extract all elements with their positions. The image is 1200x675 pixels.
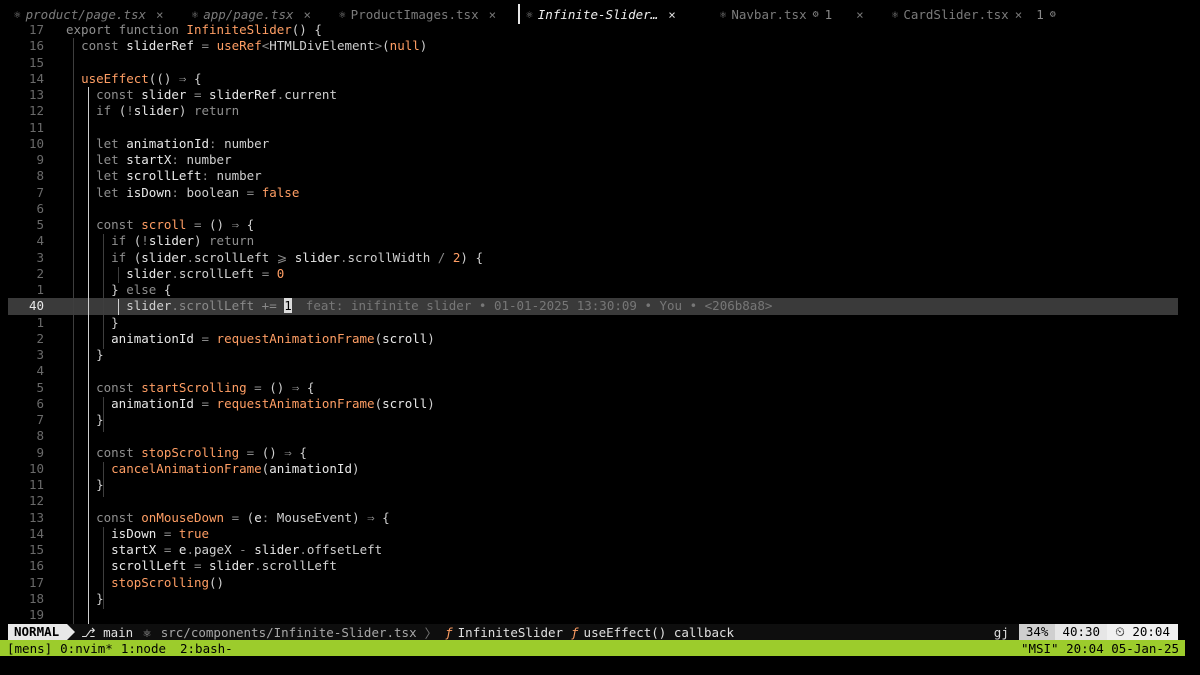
code-line: 19	[28, 607, 44, 622]
code-line: 16 scrollLeft = slider.scrollLeft	[28, 558, 337, 574]
editor[interactable]: 17 export function InfiniteSlider() { 16 …	[8, 22, 1178, 624]
code-line: 13 const onMouseDown = (e: MouseEvent) ⇒…	[28, 509, 390, 525]
diagnostic-icon: ⚙	[1049, 8, 1056, 20]
code-line: 9 let startX: number	[36, 152, 232, 167]
code-line: 7 }	[36, 412, 104, 427]
file-path[interactable]: src/components/Infinite-Slider.tsx	[151, 625, 417, 640]
tmux-statusbar: [mens] 0:nvim* 1:node 2:bash- "MSI" 20:0…	[0, 640, 1185, 656]
tabline: ⚛ product/page.tsx × ⚛ app/page.tsx × ⚛ …	[8, 4, 1178, 24]
close-icon[interactable]: ×	[1015, 7, 1023, 22]
git-branch: ⎇ main	[81, 624, 134, 640]
indent-guide	[118, 267, 119, 283]
git-blame: feat: inifinite slider • 01-01-2025 13:3…	[305, 298, 773, 314]
diagnostic-count: 1	[824, 6, 833, 22]
indent-guide	[103, 527, 104, 609]
tab-app-page[interactable]: ⚛ app/page.tsx ×	[186, 4, 319, 24]
react-icon: ⚛	[143, 624, 151, 640]
close-icon[interactable]: ×	[156, 7, 164, 22]
chevron-right-icon: 〉	[424, 625, 438, 641]
git-branch-icon: ⎇	[81, 624, 104, 640]
diagnostic-icon: ⚙	[812, 8, 819, 20]
code-line: 11	[28, 119, 44, 135]
clock-icon: ⏲	[1115, 624, 1133, 639]
tab-product-page[interactable]: ⚛ product/page.tsx ×	[8, 4, 172, 24]
code-line: 18 }	[28, 590, 104, 606]
react-icon: ⚛	[191, 7, 199, 21]
indent-guide	[73, 38, 74, 624]
tmux-window-1[interactable]: 1:node	[121, 641, 166, 656]
react-icon: ⚛	[719, 7, 727, 21]
code-line: 4 if (!slider) return	[36, 233, 255, 249]
close-icon[interactable]: ×	[668, 7, 676, 22]
clock: ⏲ 20:04	[1107, 624, 1178, 640]
code-line: 6 animationId = requestAnimationFrame(sc…	[36, 395, 435, 411]
code-line: 3 }	[36, 347, 104, 362]
react-icon: ⚛	[14, 7, 21, 21]
code-line: 17 export function InfiniteSlider() {	[28, 22, 322, 37]
tmux-window-0[interactable]: 0:nvim*	[60, 641, 113, 656]
breadcrumb[interactable]: ƒ InfiniteSlider	[437, 625, 563, 640]
tmux-window-2[interactable]: 2:bash-	[180, 641, 233, 656]
code-line: 9 const stopScrolling = () ⇒ {	[36, 444, 307, 460]
close-icon[interactable]: ×	[489, 7, 497, 22]
code-line: 8 let scrollLeft: number	[36, 168, 262, 184]
code-line: 12 if (!slider) return	[28, 103, 240, 119]
indent-guide-active	[88, 87, 89, 624]
code-line: 10 let animationId: number	[28, 135, 270, 151]
code-line: 15 startX = e.pageX - slider.offsetLeft	[28, 542, 383, 557]
code-line: 1 }	[36, 314, 119, 330]
tab-product-images[interactable]: ⚛ ProductImages.tsx ×	[333, 4, 504, 24]
code-line: 2 slider.scrollLeft = 0	[36, 265, 285, 281]
code-line: 3 if (slider.scrollLeft ⩾ slider.scrollW…	[36, 249, 483, 265]
code-line: 5 const scroll = () ⇒ {	[36, 217, 255, 232]
code-line: 2 animationId = requestAnimationFrame(sc…	[36, 330, 435, 346]
tmux-host-clock: "MSI" 20:04 05-Jan-25	[1020, 640, 1179, 656]
react-icon: ⚛	[339, 7, 346, 21]
close-icon[interactable]: ×	[856, 7, 864, 22]
tmux-session[interactable]: [mens]	[7, 641, 52, 656]
indent-guide	[118, 299, 119, 315]
indent-guide	[103, 462, 104, 497]
code-line: 12	[28, 493, 44, 509]
indent-guide	[103, 234, 104, 349]
current-line[interactable]: 40 slider.scrollLeft += 1 feat: inifinite…	[8, 298, 1178, 315]
code-line: 14 isDown = true	[28, 525, 210, 541]
react-icon: ⚛	[891, 7, 899, 21]
tab-card-slider[interactable]: ⚛ CardSlider.tsx × 1 ⚙	[886, 4, 1064, 24]
cursor-position: 40:30	[1055, 624, 1108, 640]
tab-infinite-slider[interactable]: ⚛ Infinite-Slider… ×	[518, 4, 684, 24]
close-icon[interactable]: ×	[304, 7, 312, 22]
code-line: 6	[36, 200, 44, 216]
code-line: 11 }	[28, 477, 104, 492]
scroll-percent: 34%	[1018, 624, 1056, 640]
code-line: 8	[36, 428, 44, 444]
code-line: 1 } else {	[36, 282, 172, 297]
code-line: 7 let isDown: boolean = false	[36, 184, 300, 200]
cursor: 1	[284, 298, 292, 314]
statusline: NORMAL ⎇ main ⚛ src/components/Infinite-…	[8, 624, 1178, 641]
code-line: 16 const sliderRef = useRef<HTMLDivEleme…	[28, 38, 428, 54]
mode-indicator: NORMAL	[8, 624, 68, 640]
react-icon: ⚛	[526, 7, 533, 21]
code-line: 17 stopScrolling()	[28, 574, 225, 590]
code-line: 15	[28, 54, 44, 70]
tab-navbar[interactable]: ⚛ Navbar.tsx ⚙ 1 ×	[714, 4, 872, 24]
code-line: 14 useEffect(() ⇒ {	[28, 70, 202, 86]
function-icon: ƒ	[571, 624, 579, 640]
code-line: 10 cancelAnimationFrame(animationId)	[28, 460, 360, 476]
code-line: 4	[36, 363, 44, 379]
breadcrumb[interactable]: ƒ useEffect() callback	[563, 625, 734, 640]
function-icon: ƒ	[445, 624, 453, 640]
code-line: 13 const slider = sliderRef.current	[28, 87, 337, 102]
diagnostic-count: 1	[1036, 6, 1044, 22]
pending-keys: gj	[993, 624, 1009, 640]
indent-guide	[103, 397, 104, 432]
code-line: 5 const startScrolling = () ⇒ {	[36, 379, 315, 395]
